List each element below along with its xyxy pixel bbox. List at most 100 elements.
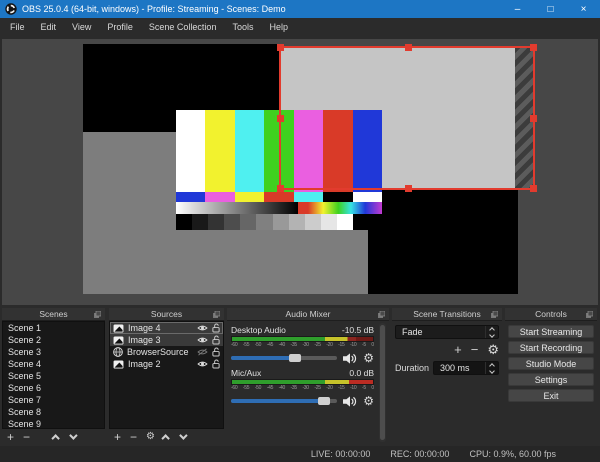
source-black-bottomright[interactable] (368, 190, 518, 294)
mixer-channel-mic: Mic/Aux 0.0 dB -60-55-50-45-40-35-30-25-… (231, 368, 374, 407)
image-icon (113, 324, 124, 333)
audio-mixer-title: Audio Mixer (286, 309, 331, 319)
add-source-button[interactable]: + (114, 432, 121, 442)
remove-transition-button[interactable]: − (471, 345, 479, 355)
selection-handle-top-right[interactable] (530, 44, 537, 51)
menu-help[interactable]: Help (261, 18, 296, 36)
exit-button[interactable]: Exit (508, 389, 594, 402)
test-pattern-row2 (176, 192, 382, 202)
unlock-icon[interactable] (212, 347, 220, 357)
duration-spinner[interactable] (485, 362, 498, 374)
maximize-button[interactable]: □ (534, 0, 567, 18)
sources-list[interactable]: Image 4 Image 3 BrowserSource Image 2 (109, 321, 224, 429)
scene-item[interactable]: Scene 3 (3, 346, 104, 358)
unlock-icon[interactable] (212, 323, 220, 333)
selection-handle-bottom-center[interactable] (405, 185, 412, 192)
speaker-icon[interactable] (343, 353, 357, 364)
transition-properties-gear-icon[interactable]: ⚙ (487, 344, 499, 356)
source-properties-gear-icon[interactable]: ⚙ (146, 432, 155, 442)
start-streaming-button[interactable]: Start Streaming (508, 325, 594, 338)
scene-item[interactable]: Scene 7 (3, 394, 104, 406)
scene-transitions-header: Scene Transitions (392, 308, 502, 321)
selection-handle-middle-left[interactable] (277, 115, 284, 122)
settings-button[interactable]: Settings (508, 373, 594, 386)
dock-pin-icon[interactable] (378, 311, 385, 318)
start-recording-button[interactable]: Start Recording (508, 341, 594, 354)
audio-mixer-header: Audio Mixer (227, 308, 389, 321)
transition-select-spinner[interactable] (485, 326, 498, 338)
volume-slider-handle[interactable] (318, 397, 330, 405)
channel-settings-gear-icon[interactable]: ⚙ (363, 352, 374, 364)
volume-slider-handle[interactable] (289, 354, 301, 362)
scenes-list[interactable]: Scene 1 Scene 2 Scene 3 Scene 4 Scene 5 … (2, 321, 105, 429)
volume-slider[interactable] (231, 399, 337, 403)
visibility-eye-icon[interactable] (197, 360, 208, 368)
menu-profile[interactable]: Profile (99, 18, 141, 36)
selection-handle-middle-right[interactable] (530, 115, 537, 122)
live-time: LIVE: 00:00:00 (311, 449, 371, 459)
scene-item[interactable]: Scene 4 (3, 358, 104, 370)
menu-file[interactable]: File (2, 18, 33, 36)
sources-toolbar: + − ⚙ (109, 429, 224, 444)
move-scene-up-button[interactable] (51, 434, 59, 442)
visibility-eye-icon[interactable] (197, 336, 208, 344)
scene-item[interactable]: Scene 6 (3, 382, 104, 394)
scenes-toolbar: + − (2, 429, 105, 444)
selection-handle-bottom-right[interactable] (530, 185, 537, 192)
studio-mode-button[interactable]: Studio Mode (508, 357, 594, 370)
transition-buttons-row: + − ⚙ (392, 343, 499, 357)
scene-item[interactable]: Scene 1 (3, 322, 104, 334)
preview-canvas[interactable] (2, 39, 598, 305)
move-source-down-button[interactable] (179, 431, 187, 439)
menu-bar: File Edit View Profile Scene Collection … (0, 18, 600, 36)
menu-view[interactable]: View (64, 18, 99, 36)
audio-mixer-panel: Audio Mixer Desktop Audio -10.5 dB -60-5… (227, 308, 389, 444)
source-row[interactable]: Image 2 (110, 358, 223, 370)
visibility-eye-icon[interactable] (197, 324, 208, 332)
source-row[interactable]: Image 4 (110, 322, 223, 334)
move-source-up-button[interactable] (161, 434, 169, 442)
volume-slider[interactable] (231, 356, 337, 360)
close-button[interactable]: × (567, 0, 600, 18)
menu-tools[interactable]: Tools (224, 18, 261, 36)
scenes-panel-title: Scenes (39, 309, 67, 319)
scene-transitions-panel: Scene Transitions Fade + − ⚙ Duration 30… (392, 308, 502, 444)
duration-spinbox[interactable]: 300 ms (433, 361, 499, 375)
menu-edit[interactable]: Edit (33, 18, 65, 36)
remove-scene-button[interactable]: − (23, 432, 30, 442)
image-icon (113, 360, 124, 369)
globe-icon (113, 347, 123, 357)
scene-item[interactable]: Scene 5 (3, 370, 104, 382)
unlock-icon[interactable] (212, 359, 220, 369)
add-scene-button[interactable]: + (7, 432, 14, 442)
channel-settings-gear-icon[interactable]: ⚙ (363, 395, 374, 407)
source-row[interactable]: Image 3 (110, 334, 223, 346)
selection-outline[interactable] (279, 46, 535, 190)
selection-handle-bottom-left[interactable] (277, 185, 284, 192)
scene-item[interactable]: Scene 2 (3, 334, 104, 346)
window-controls: – □ × (501, 0, 600, 18)
menu-scene-collection[interactable]: Scene Collection (141, 18, 225, 36)
minimize-button[interactable]: – (501, 0, 534, 18)
visibility-eye-off-icon[interactable] (197, 348, 208, 356)
scene-item[interactable]: Scene 9 (3, 418, 104, 429)
controls-title: Controls (535, 309, 567, 319)
source-row[interactable]: BrowserSource (110, 346, 223, 358)
channel-db-value: 0.0 dB (349, 368, 374, 378)
controls-panel: Controls Start Streaming Start Recording… (505, 308, 597, 444)
status-bar: LIVE: 00:00:00 REC: 00:00:00 CPU: 0.9%, … (0, 446, 600, 462)
selection-handle-top-left[interactable] (277, 44, 284, 51)
selection-handle-top-center[interactable] (405, 44, 412, 51)
scene-item[interactable]: Scene 8 (3, 406, 104, 418)
remove-source-button[interactable]: − (130, 432, 137, 442)
move-scene-down-button[interactable] (69, 431, 77, 439)
transition-select[interactable]: Fade (395, 325, 499, 339)
unlock-icon[interactable] (212, 335, 220, 345)
dock-pin-icon[interactable] (213, 311, 220, 318)
dock-pin-icon[interactable] (586, 311, 593, 318)
dock-pin-icon[interactable] (94, 311, 101, 318)
speaker-icon[interactable] (343, 396, 357, 407)
mixer-scrollbar[interactable] (379, 323, 386, 442)
dock-pin-icon[interactable] (491, 311, 498, 318)
add-transition-button[interactable]: + (454, 345, 462, 355)
